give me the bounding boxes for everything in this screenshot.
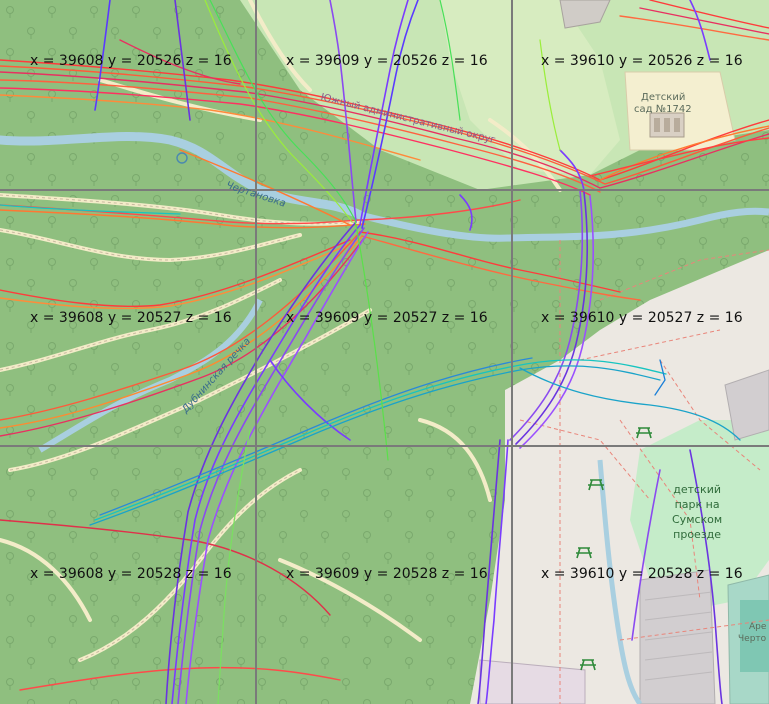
childrens-park-label: детский парк на Сумском проезде	[672, 482, 722, 542]
park-label-line3: Сумском	[672, 513, 723, 526]
kindergarten-building-icon	[649, 112, 685, 138]
arena-field	[740, 600, 769, 672]
park-label-line4: проезде	[673, 528, 722, 541]
map-viewport[interactable]: x = 39608 y = 20526 z = 16 x = 39609 y =…	[0, 0, 769, 704]
park-label-line1: детский	[673, 483, 721, 496]
map-canvas[interactable]	[0, 0, 769, 704]
park-label-line2: парк на	[674, 498, 720, 511]
